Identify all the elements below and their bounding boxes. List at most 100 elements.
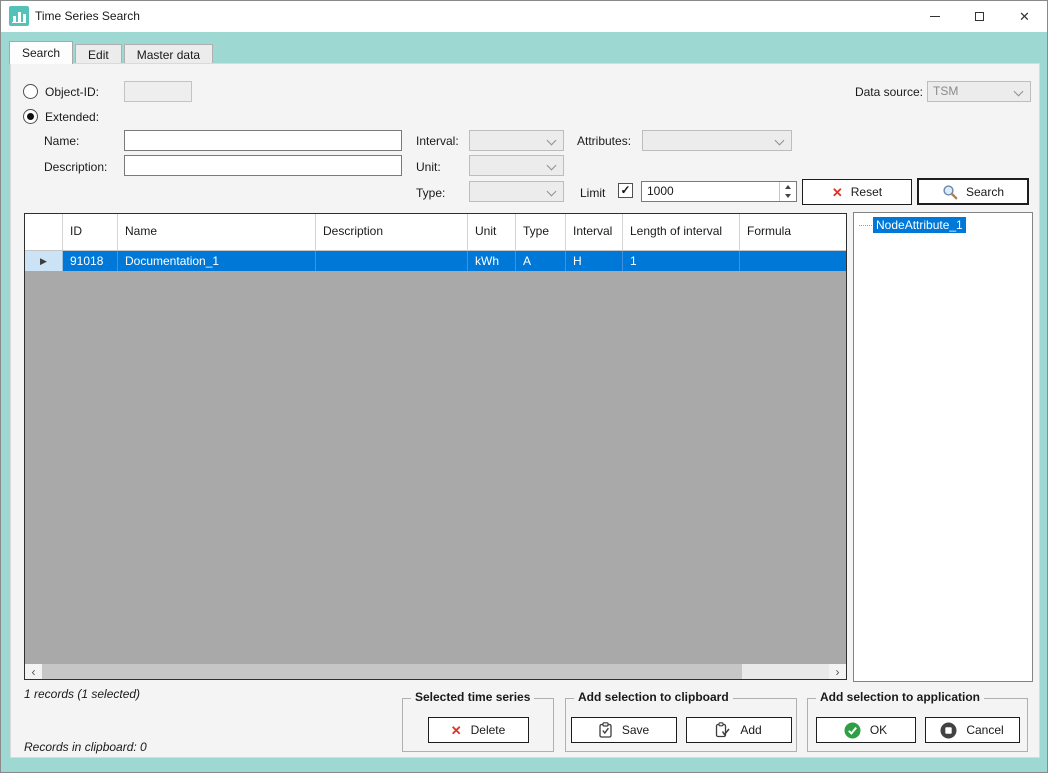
time-series-search-window: Time Series Search ✕ Search Edit Master …: [0, 0, 1048, 773]
save-button[interactable]: Save: [571, 717, 677, 743]
clipboard-check-icon: [598, 722, 613, 738]
cell-name[interactable]: Documentation_1: [118, 251, 316, 271]
data-source-select[interactable]: TSM: [927, 81, 1031, 102]
tab-master-data[interactable]: Master data: [124, 44, 213, 64]
grid-header-row: ID Name Description Unit Type Interval L…: [25, 214, 846, 251]
search-tab-panel: Object-ID: Data source: TSM Extended: Na…: [10, 63, 1040, 758]
data-source-label: Data source:: [839, 85, 923, 99]
red-x-icon: ✕: [832, 186, 843, 199]
cell-interval[interactable]: H: [566, 251, 623, 271]
triangle-up-icon: [785, 185, 791, 189]
type-label: Type:: [416, 186, 445, 200]
attributes-select[interactable]: [642, 130, 792, 151]
scroll-right-button[interactable]: ›: [829, 664, 846, 679]
column-header-id[interactable]: ID: [63, 214, 118, 250]
add-to-application-group: Add selection to application OK Cancel: [807, 698, 1028, 752]
chevron-down-icon: [1014, 87, 1024, 97]
add-button[interactable]: Add: [686, 717, 792, 743]
column-header-unit[interactable]: Unit: [468, 214, 516, 250]
tree-node-label: NodeAttribute_1: [873, 217, 966, 233]
limit-value: 1000: [647, 182, 674, 201]
clipboard-status-text: Records in clipboard: 0: [24, 740, 147, 754]
description-label: Description:: [44, 160, 107, 174]
chevron-down-icon: [775, 136, 785, 146]
delete-button[interactable]: ✕ Delete: [428, 717, 529, 743]
unit-label: Unit:: [416, 160, 441, 174]
scroll-left-icon: ‹: [32, 666, 36, 678]
column-header-formula[interactable]: Formula: [740, 214, 846, 250]
add-to-clipboard-group: Add selection to clipboard Save: [565, 698, 797, 752]
group-title: Add selection to application: [816, 690, 984, 704]
chevron-down-icon: [547, 187, 557, 197]
stop-icon: [940, 722, 957, 739]
interval-select[interactable]: [469, 130, 564, 151]
tab-edit[interactable]: Edit: [75, 44, 122, 64]
column-header-name[interactable]: Name: [118, 214, 316, 250]
scrollbar-thumb[interactable]: [42, 664, 742, 679]
app-bar-chart-icon: [9, 6, 29, 26]
limit-label: Limit: [580, 186, 605, 200]
close-button[interactable]: ✕: [1002, 1, 1047, 32]
cell-unit[interactable]: kWh: [468, 251, 516, 271]
object-id-radio[interactable]: [23, 84, 38, 99]
maximize-button[interactable]: [957, 1, 1002, 32]
ok-button[interactable]: OK: [816, 717, 916, 743]
red-x-icon: ✕: [451, 724, 462, 737]
group-title: Selected time series: [411, 690, 534, 704]
column-header-length-of-interval[interactable]: Length of interval: [623, 214, 740, 250]
horizontal-scrollbar[interactable]: ‹ ›: [25, 664, 846, 679]
minimize-button[interactable]: [912, 1, 957, 32]
attributes-label: Attributes:: [577, 134, 631, 148]
data-source-value: TSM: [933, 82, 958, 101]
selected-time-series-group: Selected time series ✕ Delete: [402, 698, 554, 752]
name-label: Name:: [44, 134, 79, 148]
spinner-up-button[interactable]: [780, 182, 796, 192]
cell-type[interactable]: A: [516, 251, 566, 271]
tab-strip: Search Edit Master data: [9, 41, 215, 64]
records-status-text: 1 records (1 selected): [24, 687, 140, 701]
scrollbar-track[interactable]: [42, 664, 829, 679]
results-grid: ID Name Description Unit Type Interval L…: [24, 213, 847, 680]
limit-spinner[interactable]: 1000: [641, 181, 797, 202]
window-title: Time Series Search: [35, 1, 140, 32]
column-header-description[interactable]: Description: [316, 214, 468, 250]
name-input[interactable]: [124, 130, 402, 151]
cell-length-of-interval[interactable]: 1: [623, 251, 740, 271]
maximize-icon: [975, 12, 984, 21]
group-title: Add selection to clipboard: [574, 690, 733, 704]
limit-checkbox[interactable]: ✓: [618, 183, 633, 198]
scroll-right-icon: ›: [836, 666, 840, 678]
extended-label: Extended:: [45, 110, 99, 124]
cell-id[interactable]: 91018: [63, 251, 118, 271]
minimize-icon: [930, 16, 940, 17]
description-input[interactable]: [124, 155, 402, 176]
cell-description[interactable]: [316, 251, 468, 271]
type-select[interactable]: [469, 181, 564, 202]
grid-corner-cell: [25, 214, 63, 250]
clipboard-paste-check-icon: [715, 722, 731, 738]
object-id-input[interactable]: [124, 81, 192, 102]
chevron-down-icon: [547, 136, 557, 146]
table-row[interactable]: ▶ 91018 Documentation_1 kWh A H 1: [25, 251, 846, 271]
reset-button[interactable]: ✕ Reset: [802, 179, 912, 205]
column-header-interval[interactable]: Interval: [566, 214, 623, 250]
title-bar: Time Series Search ✕: [1, 1, 1047, 32]
extended-radio[interactable]: [23, 109, 38, 124]
chevron-down-icon: [547, 161, 557, 171]
grid-empty-area: [25, 271, 846, 664]
scroll-left-button[interactable]: ‹: [25, 664, 42, 679]
object-id-label: Object-ID:: [45, 85, 99, 99]
cancel-button[interactable]: Cancel: [925, 717, 1020, 743]
spinner-down-button[interactable]: [780, 192, 796, 202]
triangle-down-icon: [785, 194, 791, 198]
unit-select[interactable]: [469, 155, 564, 176]
cell-formula[interactable]: [740, 251, 846, 271]
column-header-type[interactable]: Type: [516, 214, 566, 250]
tab-search[interactable]: Search: [9, 41, 73, 64]
attribute-tree: NodeAttribute_1: [853, 212, 1033, 682]
tree-connector-line: [859, 225, 872, 226]
search-button[interactable]: Search: [917, 178, 1029, 205]
tree-node-nodeattribute-1[interactable]: NodeAttribute_1: [856, 216, 1030, 234]
row-indicator-icon: ▶: [25, 251, 63, 271]
close-icon: ✕: [1019, 10, 1030, 23]
